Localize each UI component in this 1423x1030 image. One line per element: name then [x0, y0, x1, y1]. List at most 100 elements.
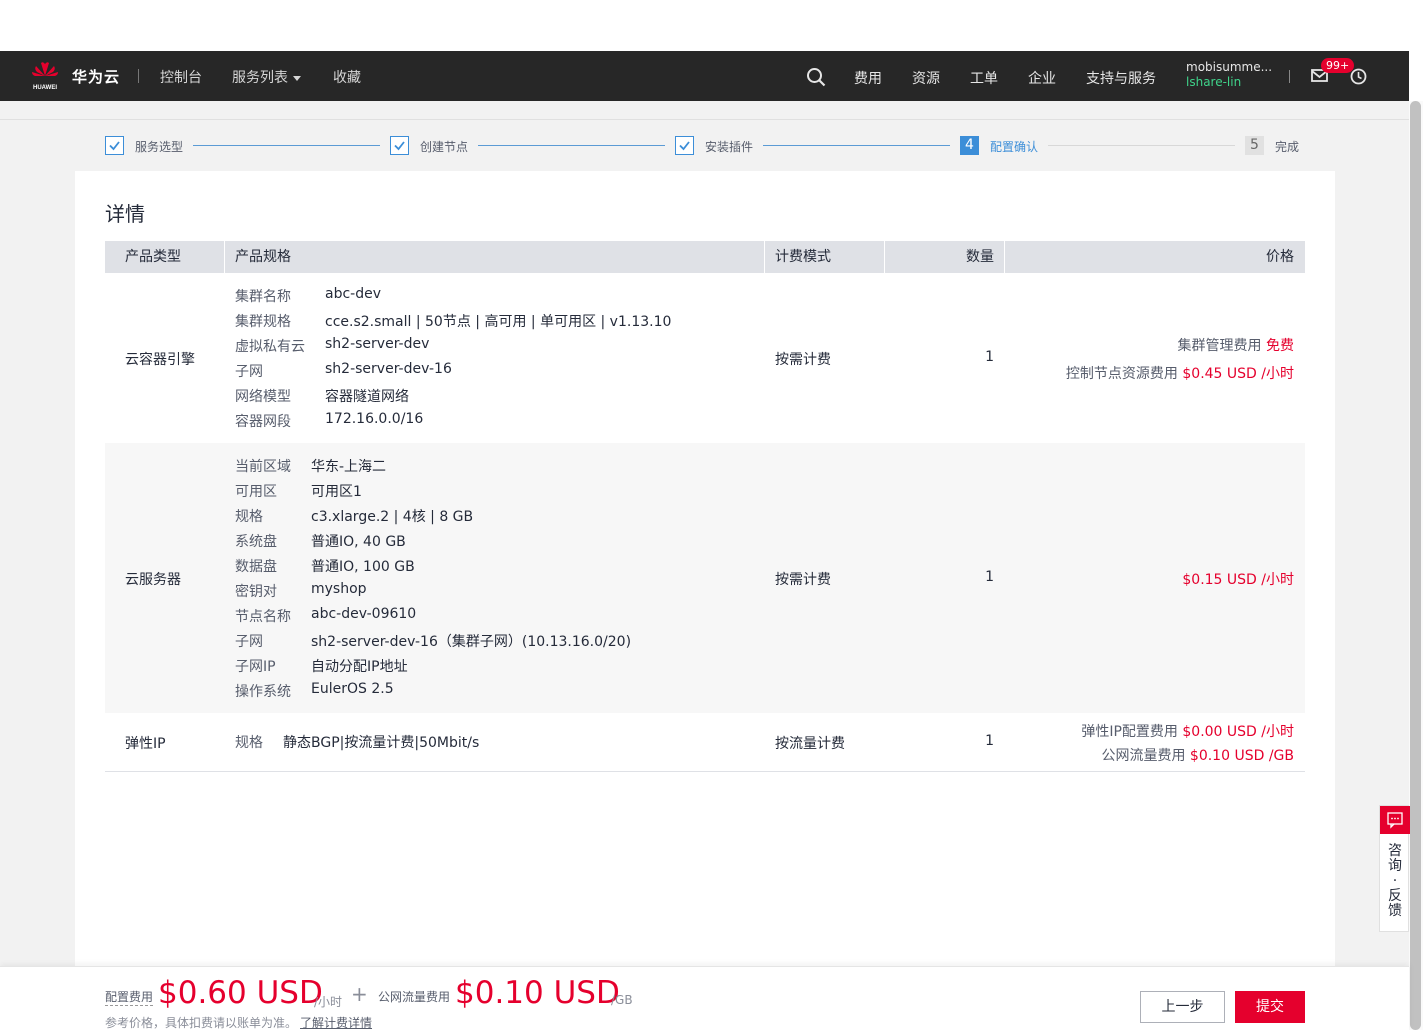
- step-connector: [478, 145, 665, 146]
- col-divider: [884, 241, 885, 273]
- nav-billing[interactable]: 费用: [854, 68, 882, 88]
- price-item: 公网流量费用 $0.10 USD /GB: [1101, 745, 1294, 765]
- spec-value: abc-dev: [325, 286, 381, 302]
- step-3-check-icon: [675, 136, 694, 155]
- consult-feedback-button[interactable]: 咨询·反馈: [1379, 805, 1410, 932]
- spec-key: 容器网段: [235, 414, 291, 430]
- nav-favorites[interactable]: 收藏: [333, 67, 361, 87]
- spec-key: 集群名称: [235, 289, 291, 305]
- step-3-label: 安装插件: [705, 140, 754, 154]
- traffic-fee-amount: $0.10 USD: [455, 975, 620, 1011]
- row-billing-mode: 按流量计费: [775, 736, 845, 752]
- nav-tickets[interactable]: 工单: [970, 68, 998, 88]
- col-product-spec: 产品规格: [235, 249, 291, 265]
- spec-key: 节点名称: [235, 609, 291, 625]
- spec-value: c3.xlarge.2 | 4核 | 8 GB: [311, 509, 474, 525]
- user-account-name[interactable]: mobisumme...: [1186, 60, 1272, 74]
- spec-value: sh2-server-dev-16: [325, 361, 452, 377]
- nav-support[interactable]: 支持与服务: [1086, 68, 1156, 88]
- col-divider: [764, 241, 765, 273]
- nav-service-list[interactable]: 服务列表: [232, 67, 301, 87]
- price-label: 弹性IP配置费用: [1081, 724, 1183, 740]
- price-item: 控制节点资源费用 $0.45 USD /小时: [1066, 363, 1294, 383]
- message-count-badge: 99+: [1321, 58, 1355, 73]
- row-quantity: 1: [985, 569, 994, 585]
- previous-step-button[interactable]: 上一步: [1140, 991, 1225, 1023]
- spec-key: 集群规格: [235, 314, 291, 330]
- table-bottom-border: [105, 771, 1305, 772]
- step-2-check-icon: [390, 136, 409, 155]
- spec-value: 普通IO, 40 GB: [311, 534, 406, 550]
- spec-key: 规格: [235, 509, 263, 525]
- step-1-check-icon: [105, 136, 124, 155]
- row-billing-mode: 按需计费: [775, 352, 831, 368]
- col-product-type: 产品类型: [125, 249, 181, 265]
- header-divider-right: [1289, 70, 1290, 83]
- price-value: $0.10 USD /GB: [1189, 748, 1294, 764]
- price-value: $0.00 USD /小时: [1182, 724, 1294, 740]
- price-value: 免费: [1266, 338, 1294, 354]
- plus-sign: +: [351, 982, 368, 1006]
- spec-value: 静态BGP|按流量计费|50Mbit/s: [283, 735, 480, 751]
- spec-value: 华东-上海二: [311, 459, 387, 475]
- huawei-logo-icon[interactable]: HUAWEI: [30, 60, 60, 92]
- spec-key: 系统盘: [235, 534, 277, 550]
- col-divider: [224, 241, 225, 273]
- step-4-number: 4: [960, 136, 979, 155]
- price-item: $0.15 USD /小时: [1182, 569, 1294, 589]
- header-divider: [138, 69, 139, 83]
- step-2-label: 创建节点: [420, 140, 469, 154]
- row-quantity: 1: [985, 349, 994, 365]
- traffic-fee-unit: /GB: [611, 993, 633, 1007]
- step-1-label: 服务选型: [135, 140, 184, 154]
- consult-feedback-label: 咨询·反馈: [1388, 843, 1402, 919]
- spec-value: 172.16.0.0/16: [325, 411, 424, 427]
- config-fee-label[interactable]: 配置费用: [105, 988, 154, 1006]
- row-product-type: 云服务器: [125, 572, 181, 588]
- config-fee-unit: /小时: [314, 995, 343, 1009]
- row-product-type: 云容器引擎: [125, 352, 195, 368]
- spec-value: 容器隧道网络: [325, 389, 409, 405]
- scrollbar-thumb[interactable]: [1410, 101, 1421, 1030]
- spec-key: 操作系统: [235, 684, 291, 700]
- price-label: 控制节点资源费用: [1065, 366, 1183, 382]
- detail-title: 详情: [105, 202, 145, 226]
- nav-resources[interactable]: 资源: [912, 68, 940, 88]
- step-connector: [1048, 145, 1235, 146]
- user-sub-account[interactable]: lshare-lin: [1186, 75, 1241, 89]
- col-billing-mode: 计费模式: [775, 249, 831, 265]
- spec-value: myshop: [311, 581, 367, 597]
- nav-console[interactable]: 控制台: [160, 67, 202, 87]
- table-row-background: [105, 443, 1305, 713]
- table-header: 产品类型 产品规格 计费模式 数量 价格: [105, 241, 1305, 273]
- spec-key: 子网: [235, 364, 263, 380]
- spec-key: 规格: [235, 735, 263, 751]
- traffic-fee-label: 公网流量费用: [378, 990, 451, 1004]
- price-label: 集群管理费用: [1177, 338, 1266, 354]
- brand-name[interactable]: 华为云: [72, 66, 120, 87]
- search-icon[interactable]: [806, 67, 826, 87]
- row-product-type: 弹性IP: [125, 736, 166, 752]
- logo-sub-text: HUAWEI: [33, 85, 57, 91]
- price-item: 集群管理费用 免费: [1178, 335, 1294, 355]
- chat-icon: [1380, 806, 1410, 834]
- submit-button[interactable]: 提交: [1235, 991, 1305, 1023]
- spec-value: EulerOS 2.5: [311, 681, 394, 697]
- spec-key: 子网IP: [235, 659, 276, 675]
- chevron-down-icon: [293, 75, 301, 81]
- spec-value: abc-dev-09610: [311, 606, 417, 622]
- spec-key: 密钥对: [235, 584, 277, 600]
- config-fee-amount: $0.60 USD: [158, 975, 323, 1011]
- nav-enterprise[interactable]: 企业: [1028, 68, 1056, 88]
- spec-key: 数据盘: [235, 559, 277, 575]
- price-disclaimer: 参考价格，具体扣费请以账单为准。: [105, 1016, 298, 1030]
- step-connector: [763, 145, 950, 146]
- step-5-label: 完成: [1275, 140, 1300, 154]
- top-navbar: HUAWEI 华为云 控制台 服务列表 收藏 费用 资源 工单 企业 支持与服务…: [0, 51, 1409, 101]
- clock-icon[interactable]: [1350, 68, 1367, 85]
- col-divider: [1004, 241, 1005, 273]
- billing-details-link[interactable]: 了解计费详情: [300, 1014, 372, 1030]
- col-price: 价格: [1266, 249, 1294, 265]
- spec-key: 子网: [235, 634, 263, 650]
- step-connector: [193, 145, 380, 146]
